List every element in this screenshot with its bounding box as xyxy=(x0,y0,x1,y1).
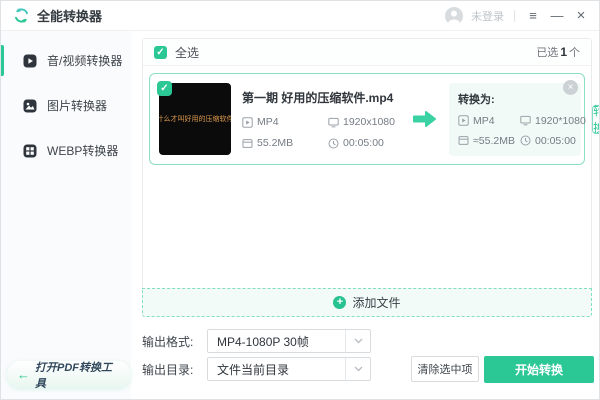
sidebar-item-label: 图片转换器 xyxy=(47,99,108,113)
selected-count-prefix: 已选 xyxy=(536,47,559,59)
source-format-value: MP4 xyxy=(257,116,279,128)
target-size-value: ≈55.2MB xyxy=(473,134,515,147)
video-converter-icon xyxy=(22,53,38,69)
titlebar: 全能转换器 未登录 ≡ — × xyxy=(1,1,599,31)
sidebar-item-image-converter[interactable]: 图片转换器 xyxy=(1,83,131,128)
output-directory-row: 输出目录: 文件当前目录 xyxy=(142,357,371,381)
sidebar: 音/视频转换器 图片转换器 WEBP转换器 ← 打开PDF转换工具 xyxy=(1,31,131,399)
login-status[interactable]: 未登录 xyxy=(471,8,504,24)
selected-count: 已选 1 个 xyxy=(536,44,580,60)
output-format-label: 输出格式: xyxy=(142,334,194,349)
chevron-down-icon xyxy=(345,330,370,352)
source-size: 55.2MB xyxy=(242,137,328,149)
add-file-label: 添加文件 xyxy=(352,296,401,310)
clear-selected-button[interactable]: 清除选中项 xyxy=(411,356,479,382)
play-square-icon xyxy=(242,116,253,128)
start-convert-button[interactable]: 开始转换 xyxy=(484,356,594,383)
output-directory-value: 文件当前目录 xyxy=(217,362,290,377)
output-directory-select[interactable]: 文件当前目录 xyxy=(207,357,371,381)
target-duration: 00:05:00 xyxy=(520,135,586,147)
select-all-label: 全选 xyxy=(175,45,200,60)
output-format-row: 输出格式: MP4-1080P 30帧 xyxy=(142,329,371,353)
output-format-select[interactable]: MP4-1080P 30帧 xyxy=(207,329,371,353)
storage-icon xyxy=(242,138,253,148)
target-format-value: MP4 xyxy=(473,114,495,127)
file-checkbox[interactable]: ✓ xyxy=(157,81,172,96)
sidebar-item-label: 音/视频转换器 xyxy=(47,54,123,68)
thumbnail-caption: 什么才叫好用的压缩软件 xyxy=(159,116,231,123)
video-thumbnail-wrap: 什么才叫好用的压缩软件 ✓ xyxy=(157,81,231,155)
close-icon[interactable]: × xyxy=(573,7,589,24)
source-duration-value: 00:05:00 xyxy=(343,137,384,149)
file-title: 第一期 好用的压缩软件.mp4 xyxy=(242,91,394,105)
source-size-value: 55.2MB xyxy=(257,137,294,149)
file-list-header: ✓ 全选 已选 1 个 xyxy=(143,39,591,66)
monitor-icon xyxy=(328,117,339,127)
convert-to-label: 转换为: xyxy=(458,93,495,106)
storage-icon xyxy=(458,136,469,145)
remove-file-icon[interactable]: × xyxy=(563,80,578,95)
source-duration: 00:05:00 xyxy=(328,137,400,149)
sidebar-item-av-converter[interactable]: 音/视频转换器 xyxy=(1,38,131,83)
minimize-icon[interactable]: — xyxy=(549,8,565,23)
target-resolution-value: 1920*1080 xyxy=(535,114,586,127)
target-format: MP4 xyxy=(458,115,520,127)
chevron-down-icon xyxy=(345,358,370,380)
app-logo-icon xyxy=(13,7,30,24)
convert-arrow-icon xyxy=(412,110,437,128)
clock-icon xyxy=(520,135,531,146)
app-window: 全能转换器 未登录 ≡ — × 音/视频转换器 图片转换器 WEBP转换器 ← … xyxy=(0,0,600,400)
output-directory-label: 输出目录: xyxy=(142,362,194,377)
user-avatar[interactable] xyxy=(445,6,463,25)
source-resolution: 1920x1080 xyxy=(328,116,400,128)
open-pdf-tool-button[interactable]: ← 打开PDF转换工具 xyxy=(7,361,131,390)
file-list-panel: ✓ 全选 已选 1 个 什么才叫好用的压缩软件 ✓ 第一期 好用的压缩软件.mp4 … xyxy=(142,38,599,317)
app-title: 全能转换器 xyxy=(37,9,103,24)
open-pdf-tool-label: 打开PDF转换工具 xyxy=(35,361,112,390)
play-square-icon xyxy=(458,115,469,126)
add-file-dropzone[interactable]: + 添加文件 xyxy=(142,288,592,317)
back-arrow-icon: ← xyxy=(17,367,30,382)
monitor-icon xyxy=(520,115,531,126)
menu-icon[interactable]: ≡ xyxy=(525,8,541,23)
source-format: MP4 xyxy=(242,116,328,128)
target-file-info: 转换为: MP4 1920*1080 ≈55.2MB 00:05:00 xyxy=(449,82,586,156)
convert-button[interactable]: 转换 xyxy=(592,104,599,135)
file-card: 什么才叫好用的压缩软件 ✓ 第一期 好用的压缩软件.mp4 MP4 1920x1… xyxy=(149,73,599,165)
image-converter-icon xyxy=(22,98,38,114)
output-format-value: MP4-1080P 30帧 xyxy=(217,334,309,349)
selected-count-value: 1 xyxy=(560,45,567,59)
selected-count-suffix: 个 xyxy=(569,47,580,59)
titlebar-divider xyxy=(514,9,515,22)
plus-icon: + xyxy=(333,296,347,309)
source-file-info: 第一期 好用的压缩软件.mp4 MP4 1920x1080 55.2MB 00:… xyxy=(242,89,400,149)
sidebar-item-webp-converter[interactable]: WEBP转换器 xyxy=(1,128,131,173)
webp-converter-icon xyxy=(22,143,38,159)
target-size: ≈55.2MB xyxy=(458,135,520,147)
target-duration-value: 00:05:00 xyxy=(535,134,576,147)
sidebar-item-label: WEBP转换器 xyxy=(47,144,119,158)
clock-icon xyxy=(328,138,339,148)
select-all-checkbox[interactable]: ✓ xyxy=(154,45,167,59)
target-resolution: 1920*1080 xyxy=(520,115,586,127)
source-resolution-value: 1920x1080 xyxy=(343,116,395,128)
